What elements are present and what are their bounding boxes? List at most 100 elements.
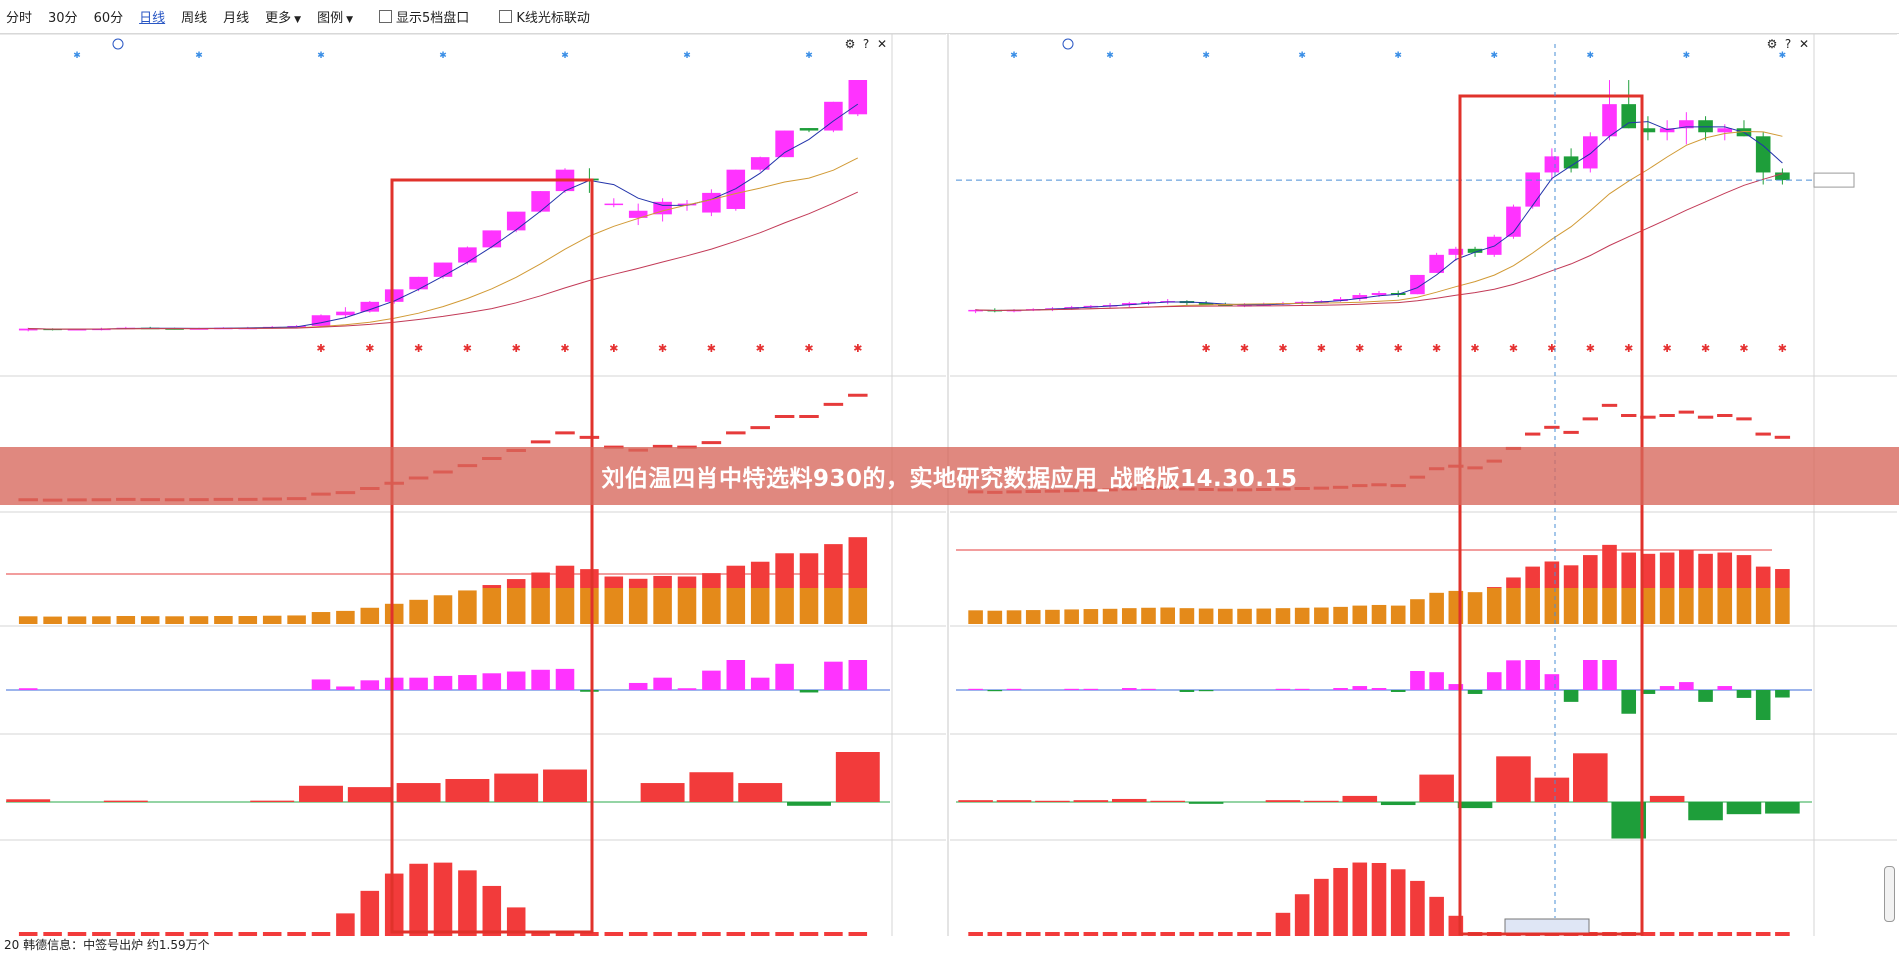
signal-star-icon: ✱ — [463, 342, 472, 355]
net-buy-bar — [1342, 795, 1378, 802]
candle-body — [1583, 136, 1598, 169]
control-bar-top — [1775, 569, 1790, 588]
caret-down-icon: ▼ — [294, 15, 302, 25]
settings-icon[interactable]: ⚙ — [1767, 37, 1778, 51]
vertical-scrollbar[interactable] — [1884, 866, 1895, 922]
season-bar — [1275, 912, 1291, 936]
show-5level-checkbox[interactable]: 显示5档盘口 — [379, 7, 469, 26]
control-bar-base — [1160, 607, 1175, 624]
close-icon[interactable]: ✕ — [1799, 37, 1809, 51]
dropdown-icon[interactable] — [112, 38, 124, 50]
candle-body — [311, 315, 331, 326]
settings-icon[interactable]: ⚙ — [845, 37, 856, 51]
tab-minute[interactable]: 分时 — [6, 7, 32, 26]
signal-star-icon: ✱ — [1298, 51, 1306, 61]
season-bar — [702, 932, 721, 936]
control-bar-base — [1583, 588, 1598, 624]
signal-star-icon: ✱ — [1317, 342, 1326, 355]
signal-star-icon: ✱ — [512, 342, 521, 355]
season-bar — [238, 932, 258, 936]
control-bar-top — [848, 537, 868, 588]
net-buy-bar — [1726, 802, 1762, 815]
trend-bar — [1755, 690, 1771, 720]
tab-daily[interactable]: 日线 — [139, 7, 165, 26]
net-buy-bar — [958, 800, 993, 802]
ma-line-long — [975, 173, 1783, 312]
net-buy-bar — [1649, 795, 1685, 802]
dropdown-icon[interactable] — [1062, 38, 1074, 50]
signal-star-icon: ✱ — [658, 342, 667, 355]
season-bar — [1755, 932, 1771, 936]
signal-star-icon: ✱ — [1394, 342, 1403, 355]
news-ticker[interactable]: 20 韩德信息：中签号出炉 约1.59万个 — [0, 936, 210, 952]
net-buy-bar — [396, 783, 441, 802]
control-bar-top — [531, 572, 550, 588]
season-bar — [750, 932, 770, 936]
checkbox-label: K线光标联动 — [516, 11, 590, 26]
cursor-link-checkbox[interactable]: K线光标联动 — [499, 7, 590, 26]
checkbox-box[interactable] — [499, 10, 513, 23]
tab-60min[interactable]: 60分 — [94, 7, 124, 26]
tab-weekly[interactable]: 周线 — [181, 7, 207, 26]
more-dropdown[interactable]: 更多 ▼ — [265, 7, 301, 26]
control-bar-top — [1583, 555, 1598, 588]
trend-bar — [1429, 672, 1444, 690]
legend-dropdown[interactable]: 图例 ▼ — [317, 7, 353, 26]
control-bar-base — [1525, 588, 1540, 624]
season-bar — [287, 932, 306, 936]
season-bar — [1179, 932, 1195, 936]
trend-bar — [409, 677, 428, 690]
net-buy-bar — [1380, 802, 1416, 806]
season-bar — [987, 932, 1003, 936]
signal-star-icon: ✱ — [853, 342, 862, 355]
checkbox-box[interactable] — [379, 10, 393, 23]
control-bar-top — [1698, 553, 1713, 588]
more-label: 更多 — [265, 11, 292, 26]
control-bar-top — [677, 576, 697, 588]
season-bar — [1679, 932, 1694, 936]
tab-monthly[interactable]: 月线 — [223, 7, 249, 26]
trend-bar — [1371, 688, 1387, 690]
trend-bar — [653, 677, 672, 690]
net-buy-bar — [835, 752, 880, 802]
control-bar-base — [848, 588, 868, 624]
control-bar-base — [238, 616, 258, 624]
net-buy-bar — [1573, 753, 1608, 802]
candle-body — [482, 230, 502, 248]
signal-star-icon: ✱ — [414, 342, 423, 355]
signal-star-icon: ✱ — [1624, 342, 1633, 355]
tab-30min[interactable]: 30分 — [48, 7, 78, 26]
signal-star-icon: ✱ — [1663, 342, 1672, 355]
help-icon[interactable]: ? — [1785, 37, 1791, 51]
legend-label: 图例 — [317, 11, 344, 26]
net-buy-bar — [6, 799, 51, 802]
trend-bar — [531, 669, 550, 690]
season-bar — [1045, 932, 1060, 936]
net-buy-bar — [1073, 800, 1109, 802]
trend-bar — [506, 671, 526, 690]
candle-body — [1371, 293, 1387, 296]
control-bar-base — [384, 603, 404, 624]
control-bar-top — [628, 578, 648, 588]
net-buy-bar — [996, 800, 1032, 802]
control-bar-base — [604, 588, 624, 624]
control-bar-base — [1121, 608, 1137, 624]
control-bar-top — [555, 565, 575, 588]
trend-bar — [987, 690, 1003, 692]
control-bar-base — [1218, 608, 1233, 624]
control-bar-base — [506, 588, 526, 624]
control-bar-base — [189, 616, 209, 624]
help-icon[interactable]: ? — [863, 37, 869, 51]
season-bar — [1256, 932, 1272, 936]
candle-body — [1544, 156, 1560, 173]
trend-bar — [1121, 688, 1137, 690]
season-bar — [1025, 932, 1041, 936]
net-buy-bar — [543, 769, 587, 802]
close-icon[interactable]: ✕ — [877, 37, 887, 51]
season-bar — [433, 862, 453, 936]
candle-body — [799, 128, 819, 131]
control-bar-base — [1602, 588, 1617, 624]
control-bar-base — [1006, 610, 1022, 624]
control-bar-base — [18, 616, 38, 624]
trend-bar — [1083, 688, 1099, 690]
